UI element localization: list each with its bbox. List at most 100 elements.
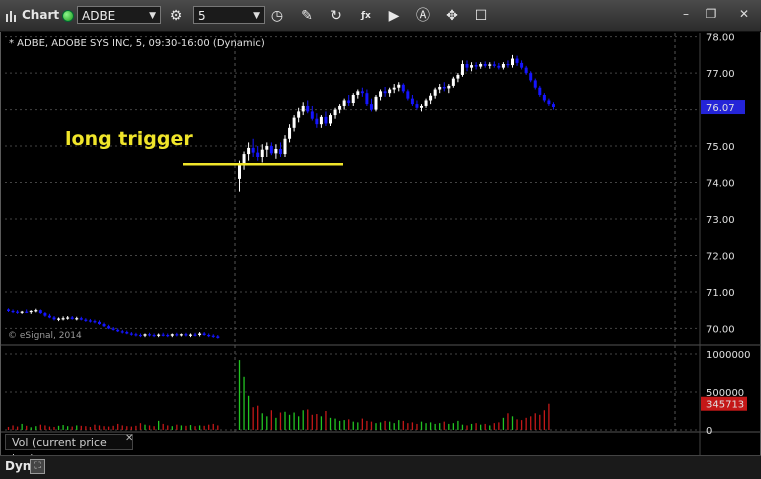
prev-day-candle [29,310,33,313]
prev-day-candle [161,334,165,336]
today-candle [492,64,496,66]
today-candle [292,117,296,128]
today-candle [338,105,342,110]
today-candle [369,104,373,110]
prev-day-candle [148,334,152,336]
price-tick-label: 73.00 [706,215,735,226]
prev-day-candle [166,334,170,337]
today-candle [524,67,528,74]
prev-day-candle [157,334,161,336]
long-trigger-annotation: long trigger [65,128,193,150]
prev-day-candle [102,324,106,327]
today-candle [260,149,264,157]
prev-day-candle [111,328,115,330]
prev-day-candle [216,336,220,338]
today-candle [315,118,319,125]
today-candle [465,64,469,68]
prev-day-candle [184,334,188,336]
price-tick-label: 78.00 [706,33,735,44]
prev-day-candle [152,334,156,337]
prev-day-candle [120,331,124,333]
prev-day-candle [125,332,129,334]
today-candle [533,80,537,88]
price-tick-label: 71.00 [706,288,735,299]
today-candle [474,65,478,67]
price-chart[interactable]: 78.0077.0076.0075.0074.0073.0072.0071.00… [0,0,761,478]
prev-day-candle [189,334,192,336]
price-tick-label: 70.00 [706,324,735,335]
prev-day-candle [7,309,10,311]
today-candle [551,104,555,108]
today-candle [506,64,510,66]
copyright-text: © eSignal, 2014 [8,331,82,341]
price-tick-label: 77.00 [706,69,735,80]
prev-day-candle [75,318,79,320]
prev-day-candle [61,318,65,320]
volume-tick-label: 0 [706,426,712,437]
today-candle [438,86,442,90]
today-candle [379,91,383,97]
bottom-bar: Dyn ⛶ [0,455,761,479]
prev-day-candle [170,334,174,336]
volume-study-label[interactable]: Vol (current price bar) [5,434,133,465]
today-candle [447,85,451,89]
today-candle [501,64,505,68]
today-candle [242,154,246,165]
prev-day-candle [93,321,97,323]
today-candle [269,146,273,154]
today-candle [351,95,355,104]
prev-day-candle [20,311,24,313]
prev-day-candle [16,311,20,313]
chart-header: * ADBE, ADOBE SYS INC, 5, 09:30-16:00 (D… [9,38,265,49]
prev-day-candle [175,334,179,336]
today-candle [310,111,314,119]
today-candle [251,147,255,153]
today-candle [442,86,446,89]
today-candle [424,100,428,106]
prev-day-candle [34,310,38,312]
price-tick-label: 72.00 [706,251,735,262]
prev-day-candle [25,311,29,313]
today-candle [547,100,551,105]
prev-day-candle [202,333,206,335]
today-candle [542,95,546,101]
today-candle [297,111,301,118]
today-candle [460,64,464,75]
prev-day-candle [66,317,70,319]
today-candle [397,84,401,88]
today-candle [365,93,369,105]
today-candle [479,64,483,67]
today-candle [410,98,414,105]
today-candle [265,146,269,150]
lock-icon[interactable]: ⛶ [30,459,45,474]
prev-day-candle [57,318,61,320]
prev-day-candle [134,334,138,336]
today-candle [488,64,492,66]
dynamic-mode-label[interactable]: Dyn [5,459,31,473]
today-candle [433,89,437,96]
price-tick-label: 75.00 [706,142,735,153]
prev-day-candle [11,310,15,313]
prev-day-candle [84,319,88,321]
today-candle [401,84,405,92]
prev-day-candle [193,334,197,336]
prev-day-candle [98,321,101,325]
today-candle [538,87,542,95]
prev-day-candle [198,333,202,335]
today-candle [306,105,310,112]
current-volume-label: 345713 [706,400,744,411]
price-tick-label: 74.00 [706,179,735,190]
prev-day-candle [79,318,83,320]
close-icon[interactable]: ✕ [125,433,133,444]
volume-tick-label: 1000000 [706,350,751,361]
prev-day-candle [129,333,133,335]
today-candle [383,91,387,94]
today-candle [301,105,305,112]
today-candle [347,100,351,104]
today-candle [392,87,396,90]
today-candle [388,89,392,94]
today-candle [278,148,282,155]
today-candle [406,91,410,99]
today-candle [342,100,346,106]
today-candle [470,65,474,68]
